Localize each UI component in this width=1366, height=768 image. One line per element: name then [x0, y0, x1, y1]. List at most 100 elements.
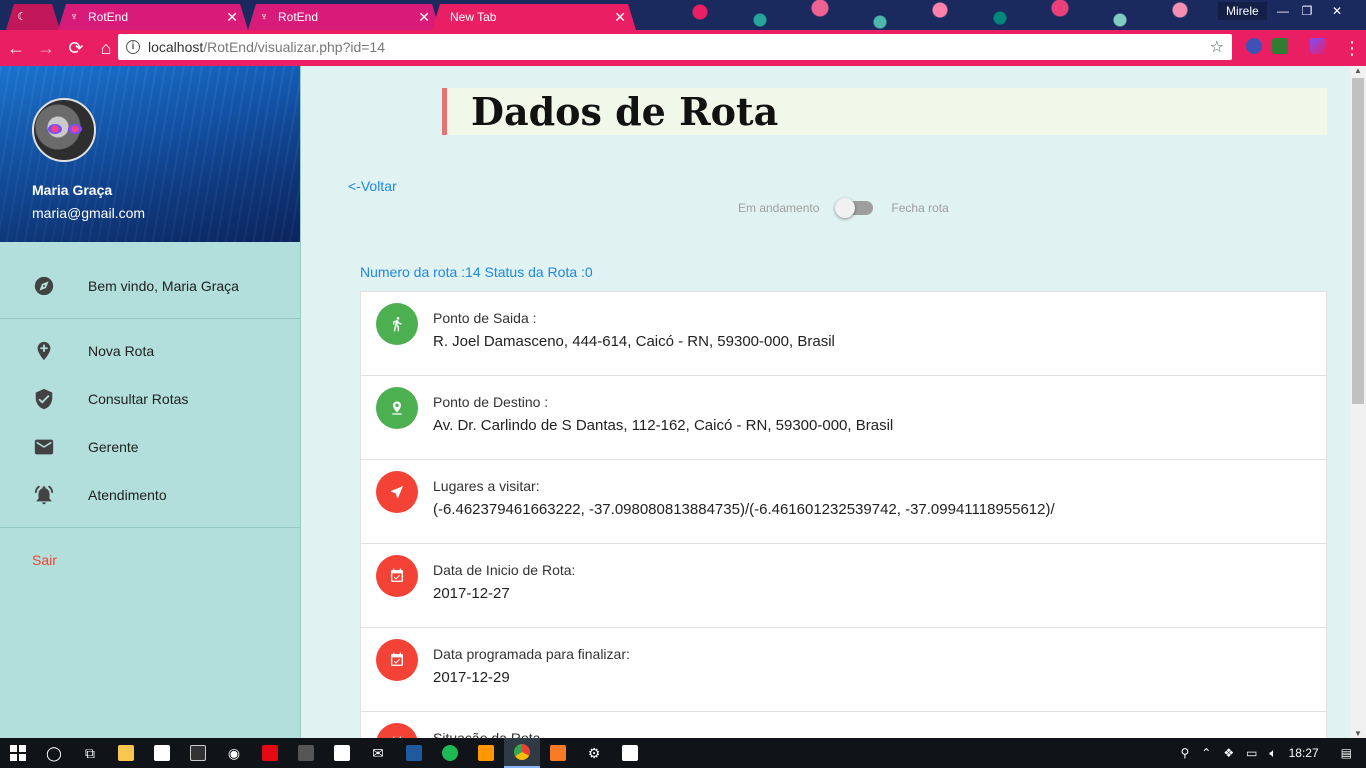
list-item: Data programada para finalizar: 2017-12-…	[361, 628, 1326, 712]
mail-icon	[32, 435, 56, 459]
bookmark-star-icon[interactable]: ☆	[1210, 37, 1224, 57]
windows-start-icon[interactable]	[0, 738, 36, 768]
list-item: Ponto de Saida : R. Joel Damasceno, 444-…	[361, 292, 1326, 376]
extension-pen-icon[interactable]	[1310, 38, 1326, 54]
minimize-icon[interactable]: —	[1270, 2, 1296, 20]
netflix-icon[interactable]	[252, 738, 288, 768]
close-icon[interactable]: ✕	[226, 9, 238, 26]
alarm-bell-icon	[32, 483, 56, 507]
sidebar-item-label: Nova Rota	[88, 343, 155, 359]
scroll-up-icon[interactable]: ▲	[1354, 66, 1362, 75]
people-icon[interactable]: ⚲	[1180, 746, 1189, 760]
main-content: Dados de Rota <-Voltar Em andamento Fech…	[301, 66, 1350, 768]
toggle-switch[interactable]	[835, 198, 874, 218]
back-link[interactable]: <-Voltar	[348, 178, 397, 194]
page-title-box: Dados de Rota	[442, 88, 1327, 135]
pin-icon	[376, 387, 418, 429]
menu-kebab-icon[interactable]: ⋮	[1338, 34, 1366, 62]
store-icon[interactable]	[144, 738, 180, 768]
verified-check-icon	[32, 387, 56, 411]
settings-gear-icon[interactable]: ⚙	[576, 738, 612, 768]
reload-icon[interactable]: ⟳	[62, 34, 90, 62]
back-arrow-icon[interactable]: ←	[2, 34, 30, 62]
sidebar-item-consultar-rotas[interactable]: Consultar Rotas	[0, 375, 300, 423]
sidebar-item-label: Consultar Rotas	[88, 391, 189, 407]
browser-tab-rotend-1[interactable]: ♆ RotEnd ✕	[58, 4, 248, 30]
user-name: Maria Graça	[32, 182, 113, 198]
tab-label: RotEnd	[88, 10, 129, 24]
dropbox-icon[interactable]: ❖	[1223, 746, 1234, 760]
xampp-icon[interactable]	[540, 738, 576, 768]
battery-icon[interactable]: ▭	[1246, 746, 1257, 760]
spotify-icon[interactable]	[432, 738, 468, 768]
sidebar-item-gerente[interactable]: Gerente	[0, 423, 300, 471]
code-editor-icon[interactable]	[396, 738, 432, 768]
browser-tab-new-tab[interactable]: New Tab ✕	[432, 4, 636, 30]
browser-tab-pinned[interactable]: ☾	[6, 4, 60, 30]
tab-favicon-icon: ♆	[69, 11, 79, 23]
switch-off-label: Em andamento	[738, 201, 820, 215]
switch-knob[interactable]	[835, 198, 856, 218]
browser-tab-rotend-2[interactable]: ♆ RotEnd ✕	[248, 4, 440, 30]
chevron-up-icon[interactable]: ⌃	[1201, 746, 1211, 760]
detail-label: Ponto de Saida :	[433, 310, 537, 326]
url-path: /RotEnd/visualizar.php?id=14	[203, 39, 385, 55]
system-tray: ⚲ ⌃ ❖ ▭ 🔈︎ 18:27 ▤	[1174, 738, 1366, 768]
browser-profile-badge[interactable]: Mirele	[1218, 2, 1267, 20]
detail-label: Ponto de Destino :	[433, 394, 549, 410]
avatar[interactable]	[32, 98, 96, 162]
route-status-switch: Em andamento Fecha rota	[738, 198, 949, 218]
page-scrollbar[interactable]: ▲ ▼	[1350, 66, 1366, 738]
scroll-thumb[interactable]	[1352, 78, 1364, 404]
close-icon[interactable]: ✕	[614, 9, 626, 26]
divider	[0, 318, 300, 319]
sidebar-item-label: Atendimento	[88, 487, 167, 503]
detail-label: Data programada para finalizar:	[433, 646, 630, 662]
sidebar-item-label: Bem vindo, Maria Graça	[88, 278, 239, 294]
scroll-down-icon[interactable]: ▼	[1354, 729, 1362, 738]
extension-shield-icon[interactable]	[1272, 38, 1288, 54]
detail-value: Av. Dr. Carlindo de S Dantas, 112-162, C…	[433, 417, 894, 434]
list-item: Lugares a visitar: (-6.462379461663222, …	[361, 460, 1326, 544]
forward-arrow-icon[interactable]: →	[32, 34, 60, 62]
add-location-icon	[32, 339, 56, 363]
search-circle-icon[interactable]: ◯	[36, 738, 72, 768]
detail-value: R. Joel Damasceno, 444-614, Caicó - RN, …	[433, 333, 835, 350]
detail-label: Lugares a visitar:	[433, 478, 540, 494]
volume-icon[interactable]: 🔈︎	[1269, 746, 1276, 761]
task-view-icon[interactable]: ⧉	[72, 738, 108, 768]
detail-value: (-6.462379461663222, -37.098080813884735…	[433, 501, 1055, 518]
clapper-icon[interactable]	[324, 738, 360, 768]
route-info: Numero da rota :14 Status da Rota :0	[360, 264, 593, 280]
list-item: Data de Inicio de Rota: 2017-12-27	[361, 544, 1326, 628]
info-icon[interactable]: i	[126, 40, 140, 54]
media-player-icon[interactable]: ◉	[216, 738, 252, 768]
notification-icon[interactable]: ▤	[1341, 746, 1352, 760]
close-icon[interactable]: ✕	[418, 9, 430, 26]
calculator-icon[interactable]	[288, 738, 324, 768]
tab-label: RotEnd	[278, 10, 319, 24]
photos-icon[interactable]	[612, 738, 648, 768]
address-bar[interactable]: i localhost/RotEnd/visualizar.php?id=14 …	[118, 34, 1232, 60]
logout-link[interactable]: Sair	[0, 536, 300, 584]
extension-icon[interactable]	[1246, 38, 1262, 54]
side-nav: Maria Graça maria@gmail.com Bem vindo, M…	[0, 66, 301, 738]
sublime-icon[interactable]	[468, 738, 504, 768]
url-host: localhost	[148, 39, 204, 55]
sidebar-item-atendimento[interactable]: Atendimento	[0, 471, 300, 519]
browser-tab-strip: ☾ ♆ RotEnd ✕ ♆ RotEnd ✕ New Tab ✕ Mirele…	[0, 0, 1366, 30]
close-window-icon[interactable]: ✕	[1324, 2, 1350, 20]
restore-icon[interactable]: ❐	[1294, 2, 1320, 20]
clock-time[interactable]: 18:27	[1289, 746, 1319, 760]
sidebar-item-welcome[interactable]: Bem vindo, Maria Graça	[0, 262, 300, 310]
home-icon[interactable]: ⌂	[92, 34, 120, 62]
mail-app-icon[interactable]: ✉	[360, 738, 396, 768]
user-email: maria@gmail.com	[32, 205, 146, 221]
terminal-icon[interactable]	[180, 738, 216, 768]
file-explorer-icon[interactable]	[108, 738, 144, 768]
route-details-list: Ponto de Saida : R. Joel Damasceno, 444-…	[360, 291, 1327, 768]
page-title: Dados de Rota	[471, 89, 779, 134]
sidebar-item-nova-rota[interactable]: Nova Rota	[0, 327, 300, 375]
walk-icon	[376, 303, 418, 345]
chrome-icon[interactable]	[504, 738, 540, 768]
